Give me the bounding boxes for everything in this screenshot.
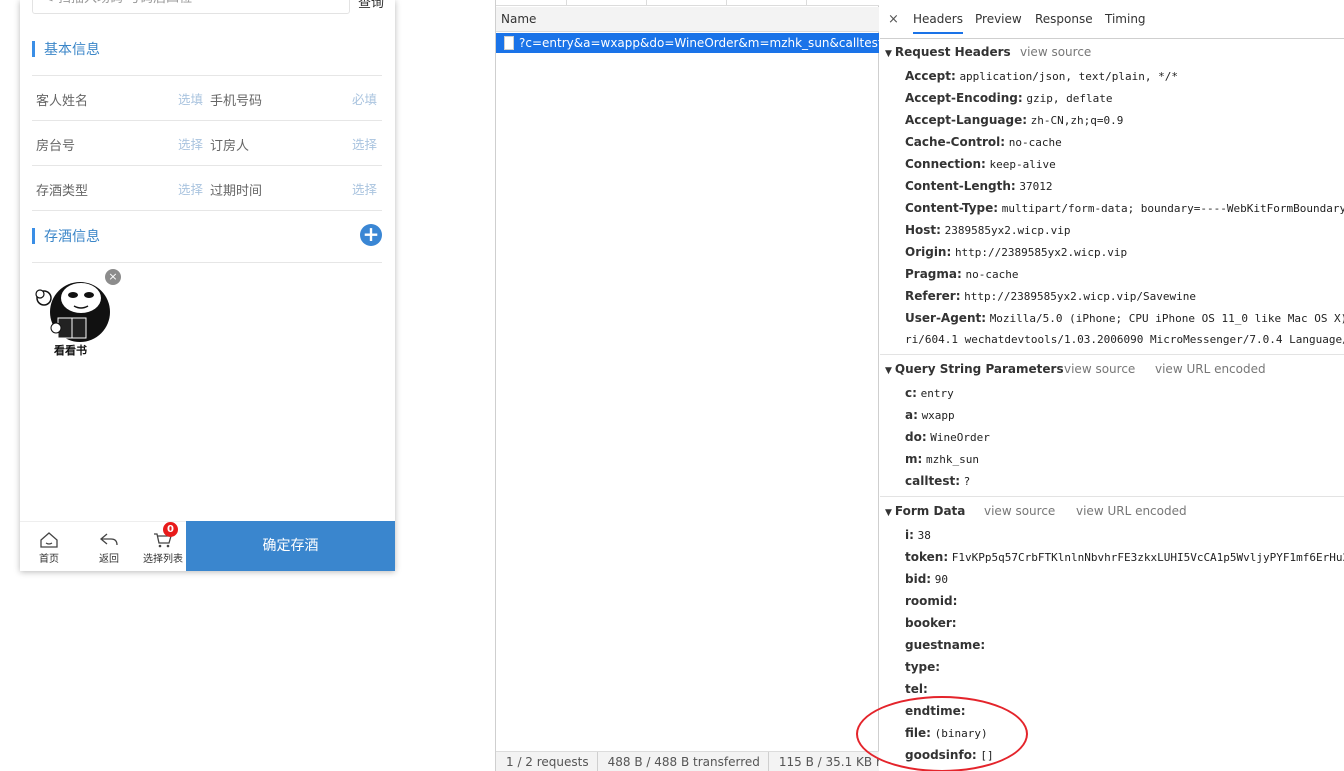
- highlight-annotation-ellipse: [856, 696, 1028, 771]
- view-source-link[interactable]: view source: [1020, 45, 1091, 59]
- confirm-store-wine-button[interactable]: 确定存酒: [186, 521, 395, 571]
- guest-name-label: 客人姓名: [36, 94, 89, 109]
- request-name: ?c=entry&a=wxapp&do=WineOrder&m=mzhk_sun…: [519, 36, 879, 50]
- back-icon: [99, 533, 118, 546]
- divider: [32, 262, 382, 263]
- form-row: 房台号 选择 订房人 选择: [32, 121, 382, 165]
- query-params-section: ▼ Query String Parameters view source vie…: [880, 356, 1344, 497]
- header-row: Accept: application/json, text/plain, */…: [905, 69, 1178, 83]
- header-row: Content-Type: multipart/form-data; bound…: [905, 201, 1344, 215]
- devtools-network-panel: Name ?c=entry&a=wxapp&do=WineOrder&m=mzh…: [495, 0, 1344, 771]
- room-number-picker[interactable]: 选择: [178, 134, 203, 153]
- section-title-wine: 存酒信息: [44, 229, 100, 245]
- form-field-row: guestname:: [905, 638, 986, 652]
- transferred-size: 488 B / 488 B transferred: [598, 752, 769, 771]
- tab-back-label: 返回: [99, 554, 119, 565]
- request-details-pane: × Headers Preview Response Timing ▼ Reque…: [880, 0, 1344, 771]
- waterfall-strip: [496, 0, 879, 6]
- header-row: Accept-Encoding: gzip, deflate: [905, 91, 1113, 105]
- user-agent-continuation: ri/604.1 wechatdevtools/1.03.2006090 Mic…: [905, 333, 1344, 346]
- resource-size: 115 B / 35.1 KB resource: [769, 752, 879, 771]
- room-number-label: 房台号: [36, 139, 76, 154]
- param-row: a: wxapp: [905, 408, 955, 422]
- request-headers-toggle[interactable]: ▼ Request Headers: [885, 45, 1011, 59]
- expand-triangle-icon: ▼: [885, 49, 892, 59]
- param-row: do: WineOrder: [905, 430, 990, 444]
- form-row: 客人姓名 选填 手机号码 必填: [32, 76, 382, 120]
- header-row: Cache-Control: no-cache: [905, 135, 1062, 149]
- expire-time-label: 过期时间: [210, 184, 263, 199]
- tab-response[interactable]: Response: [1035, 12, 1093, 26]
- param-row: c: entry: [905, 386, 954, 400]
- form-field-row: i: 38: [905, 528, 931, 542]
- expire-time-picker[interactable]: 选择: [352, 179, 377, 198]
- form-field-row: type:: [905, 660, 941, 674]
- param-row: calltest: ?: [905, 474, 971, 488]
- thumbnail-caption: 看看书: [54, 344, 87, 357]
- param-row: m: mzhk_sun: [905, 452, 979, 466]
- tab-back[interactable]: 返回: [94, 522, 124, 571]
- search-button[interactable]: 查询: [358, 0, 384, 11]
- request-headers-section: ▼ Request Headers view source Accept: app…: [880, 39, 1344, 355]
- view-url-encoded-link[interactable]: view URL encoded: [1155, 362, 1266, 376]
- expand-triangle-icon: ▼: [885, 366, 892, 376]
- form-field-row: booker:: [905, 616, 957, 630]
- header-row: Pragma: no-cache: [905, 267, 1019, 281]
- section-marker: [32, 41, 35, 57]
- phone-preview: < 扫描入场码 号码后四位 查询 基本信息 客人姓名 选填 手机号码 必填 房台…: [20, 0, 395, 571]
- view-source-link[interactable]: view source: [1064, 362, 1135, 376]
- form-field-row: tel:: [905, 682, 928, 696]
- form-data-toggle[interactable]: ▼ Form Data: [885, 504, 965, 518]
- wine-type-label: 存酒类型: [36, 184, 89, 199]
- close-icon[interactable]: ×: [105, 269, 121, 285]
- header-row: Referer: http://2389585yx2.wicp.vip/Save…: [905, 289, 1196, 303]
- header-row: Origin: http://2389585yx2.wicp.vip: [905, 245, 1128, 259]
- booker-label: 订房人: [210, 139, 250, 154]
- view-source-link[interactable]: view source: [984, 504, 1055, 518]
- tab-timing[interactable]: Timing: [1105, 12, 1146, 26]
- add-icon[interactable]: +: [360, 224, 382, 246]
- section-marker: [32, 228, 35, 244]
- cart-count-badge: 0: [163, 522, 178, 537]
- header-row: Content-Length: 37012: [905, 179, 1053, 193]
- status-bar: 1 / 2 requests 488 B / 488 B transferred 1…: [496, 751, 879, 771]
- request-list-pane: Name ?c=entry&a=wxapp&do=WineOrder&m=mzh…: [496, 0, 879, 771]
- phone-number-label: 手机号码: [210, 94, 263, 109]
- tab-home-label: 首页: [39, 554, 59, 565]
- header-row: Accept-Language: zh-CN,zh;q=0.9: [905, 113, 1124, 127]
- header-row: User-Agent: Mozilla/5.0 (iPhone; CPU iPh…: [905, 311, 1344, 325]
- tab-preview[interactable]: Preview: [975, 12, 1022, 26]
- booker-picker[interactable]: 选择: [352, 134, 377, 153]
- request-count: 1 / 2 requests: [496, 752, 598, 771]
- query-params-toggle[interactable]: ▼ Query String Parameters: [885, 362, 1064, 376]
- home-icon: [40, 532, 58, 548]
- wine-type-picker[interactable]: 选择: [178, 179, 203, 198]
- wine-info-header: 存酒信息 +: [32, 221, 382, 251]
- form-field-row: roomid:: [905, 594, 958, 608]
- tab-select-list-label: 选择列表: [143, 554, 183, 565]
- basic-info-header: 基本信息: [32, 34, 382, 64]
- guest-name-field[interactable]: 选填: [178, 89, 203, 108]
- divider: [32, 210, 382, 211]
- details-tab-bar: × Headers Preview Response Timing: [880, 7, 1344, 39]
- tab-headers[interactable]: Headers: [913, 12, 963, 34]
- section-title-basic: 基本信息: [44, 42, 100, 58]
- form-field-row: token: F1vKPp5q57CrbFTKlnlnNbvhrFE3zkxLU…: [905, 550, 1344, 564]
- form-row: 存酒类型 选择 过期时间 选择: [32, 166, 382, 210]
- header-row: Host: 2389585yx2.wicp.vip: [905, 223, 1071, 237]
- document-icon: [504, 36, 514, 50]
- close-icon[interactable]: ×: [888, 12, 899, 27]
- request-row-selected[interactable]: ?c=entry&a=wxapp&do=WineOrder&m=mzhk_sun…: [496, 33, 879, 53]
- view-url-encoded-link[interactable]: view URL encoded: [1076, 504, 1187, 518]
- tab-home[interactable]: 首页: [34, 522, 64, 571]
- form-field-row: bid: 90: [905, 572, 948, 586]
- name-column-header[interactable]: Name: [496, 7, 879, 32]
- expand-triangle-icon: ▼: [885, 508, 892, 518]
- phone-number-field[interactable]: 必填: [352, 89, 377, 108]
- header-row: Connection: keep-alive: [905, 157, 1056, 171]
- search-input[interactable]: < 扫描入场码 号码后四位: [32, 0, 350, 14]
